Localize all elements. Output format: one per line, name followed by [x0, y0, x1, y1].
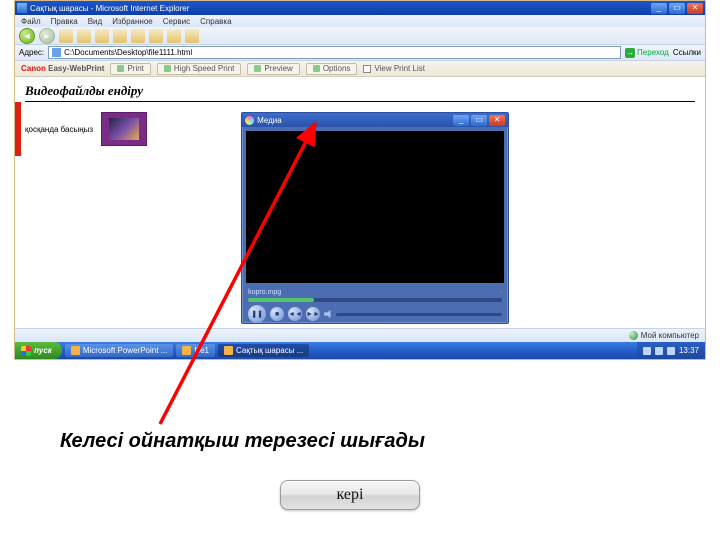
home-icon[interactable] — [95, 29, 109, 43]
globe-icon — [629, 331, 638, 340]
back-button-label: кері — [337, 486, 364, 504]
history-icon[interactable] — [149, 29, 163, 43]
volume-slider[interactable] — [336, 313, 502, 316]
wmp-logo-icon — [245, 116, 254, 125]
back-nav-button[interactable]: ◄ — [19, 28, 35, 44]
media-player-window: Медиа _ ▭ ✕ kopro.mpg · ❚❚ — [241, 112, 509, 324]
taskbar-item-ie[interactable]: Сақтық шарасы ... — [218, 344, 309, 357]
go-arrow-icon: → — [625, 48, 635, 58]
menu-view[interactable]: Вид — [88, 17, 102, 26]
stop-icon[interactable] — [59, 29, 73, 43]
page-heading: Видеофайлды ендіру — [25, 83, 695, 99]
go-label: Переход — [637, 48, 669, 57]
ie-title-bar: Сақтық шарасы - Microsoft Internet Explo… — [15, 1, 705, 15]
next-track-button[interactable]: ►► — [306, 307, 320, 321]
video-viewport[interactable] — [246, 131, 504, 283]
volume-icon — [324, 310, 332, 318]
start-button[interactable]: пуск — [15, 342, 62, 359]
system-tray: 13:37 — [637, 342, 705, 359]
app-icon — [182, 346, 191, 355]
print-button[interactable]: Print — [110, 63, 150, 75]
thumb-caption: қосқанда басыңыз — [25, 125, 93, 134]
window-title: Сақтық шарасы - Microsoft Internet Explo… — [30, 4, 651, 13]
links-label[interactable]: Ссылки — [673, 48, 701, 57]
page-content: Видеофайлды ендіру қосқанда басыңыз Меди… — [15, 77, 705, 342]
media-player-titlebar: Медиа _ ▭ ✕ — [242, 113, 508, 127]
wmp-close-button[interactable]: ✕ — [489, 115, 505, 126]
media-player-title: Медиа — [257, 116, 453, 125]
viewlist-checkbox[interactable]: View Print List — [363, 64, 425, 73]
close-button[interactable]: ✕ — [687, 3, 703, 14]
duration-indicator: · — [500, 289, 502, 296]
annotation-caption: Келесі ойнатқыш терезесі шығады — [60, 430, 425, 453]
app-icon — [71, 346, 80, 355]
menu-file[interactable]: Файл — [21, 17, 41, 26]
address-label: Адрес: — [19, 48, 44, 57]
wmp-minimize-button[interactable]: _ — [453, 115, 469, 126]
red-accent-bar — [15, 102, 21, 156]
menu-help[interactable]: Справка — [200, 17, 231, 26]
ie-menu-bar: Файл Правка Вид Избранное Сервис Справка — [15, 15, 705, 27]
ie-status-bar: Мой компьютер — [15, 328, 705, 342]
favorites-icon[interactable] — [131, 29, 145, 43]
seek-bar[interactable] — [248, 298, 502, 302]
canon-print-toolbar: Canon Easy-WebPrint Print High Speed Pri… — [15, 61, 705, 77]
start-label: пуск — [34, 346, 52, 355]
refresh-icon[interactable] — [77, 29, 91, 43]
preview-icon — [254, 65, 261, 72]
media-player-controls: kopro.mpg · ❚❚ ■ ◄◄ ►► — [242, 287, 508, 327]
preview-button[interactable]: Preview — [247, 63, 299, 75]
seek-progress — [248, 298, 314, 302]
menu-fav[interactable]: Избранное — [112, 17, 153, 26]
stop-button[interactable]: ■ — [270, 307, 284, 321]
maximize-button[interactable]: ▭ — [669, 3, 685, 14]
video-thumbnail[interactable] — [101, 112, 147, 146]
play-pause-button[interactable]: ❚❚ — [248, 305, 266, 323]
tray-icon[interactable] — [667, 347, 675, 355]
minimize-button[interactable]: _ — [651, 3, 667, 14]
address-bar-row: Адрес: C:\Documents\Desktop\file1111.htm… — [15, 45, 705, 61]
slide-back-button[interactable]: кері — [280, 480, 420, 510]
page-icon — [52, 48, 61, 57]
now-playing-file: kopro.mpg — [248, 289, 281, 296]
divider — [25, 101, 695, 102]
thumbnail-image — [109, 118, 139, 140]
video-thumb-row: қосқанда басыңыз — [25, 112, 147, 146]
gear-icon — [313, 65, 320, 72]
ie-app-icon — [17, 3, 27, 13]
go-button[interactable]: → Переход — [625, 48, 669, 58]
tray-icon[interactable] — [655, 347, 663, 355]
options-button[interactable]: Options — [306, 63, 358, 75]
highspeed-print-button[interactable]: High Speed Print — [157, 63, 241, 75]
wmp-maximize-button[interactable]: ▭ — [471, 115, 487, 126]
windows-taskbar: пуск Microsoft PowerPoint ... file1 Сақт… — [15, 342, 705, 359]
security-zone: Мой компьютер — [629, 331, 699, 340]
printer-icon — [117, 65, 124, 72]
checkbox-icon — [363, 65, 371, 73]
menu-edit[interactable]: Правка — [51, 17, 78, 26]
prev-track-button[interactable]: ◄◄ — [288, 307, 302, 321]
tray-icon[interactable] — [643, 347, 651, 355]
address-input[interactable]: C:\Documents\Desktop\file1111.html — [48, 46, 621, 59]
forward-nav-button[interactable]: ► — [39, 28, 55, 44]
taskbar-item-powerpoint[interactable]: Microsoft PowerPoint ... — [65, 344, 173, 357]
screenshot-frame: Сақтық шарасы - Microsoft Internet Explo… — [14, 0, 706, 360]
printer-icon — [164, 65, 171, 72]
search-icon[interactable] — [113, 29, 127, 43]
address-value: C:\Documents\Desktop\file1111.html — [64, 48, 192, 57]
clock: 13:37 — [679, 346, 699, 355]
print-icon[interactable] — [185, 29, 199, 43]
zone-label: Мой компьютер — [641, 331, 699, 340]
windows-flag-icon — [21, 346, 31, 356]
canon-brand: Canon Easy-WebPrint — [21, 64, 104, 73]
ie-nav-toolbar: ◄ ► — [15, 27, 705, 45]
taskbar-item-folder[interactable]: file1 — [176, 344, 215, 357]
mail-icon[interactable] — [167, 29, 181, 43]
app-icon — [224, 346, 233, 355]
menu-tools[interactable]: Сервис — [163, 17, 190, 26]
